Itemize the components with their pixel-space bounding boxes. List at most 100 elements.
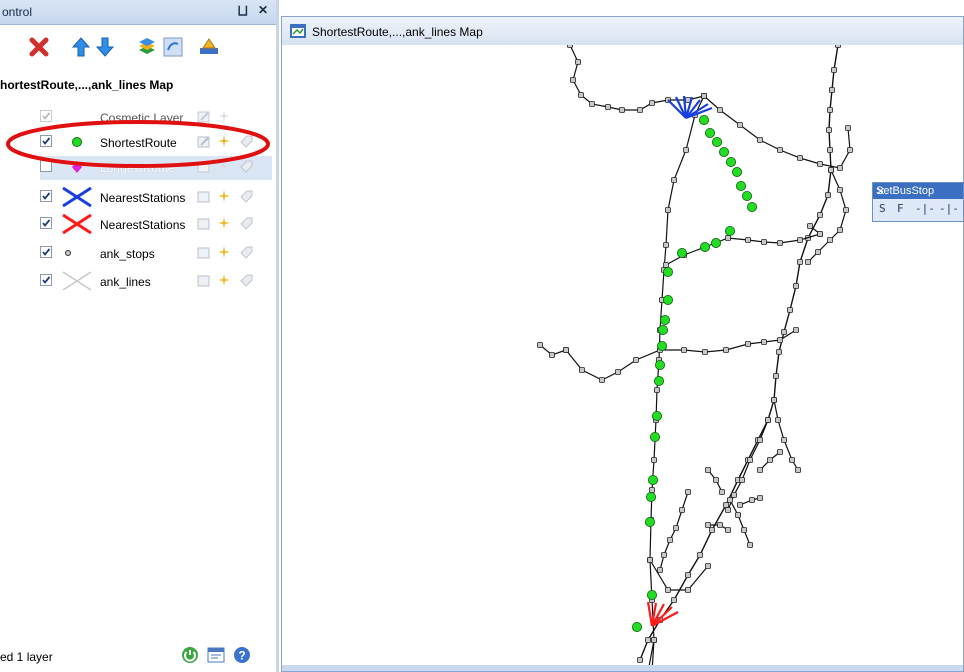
bus-stop-marker[interactable]	[775, 417, 781, 423]
bus-stop-marker[interactable]	[757, 137, 763, 143]
selectable-icon[interactable]	[216, 189, 232, 205]
shortest-route-point[interactable]	[731, 167, 742, 178]
bus-stop-marker[interactable]	[761, 339, 767, 345]
layer-visibility-checkbox[interactable]	[40, 110, 52, 122]
bus-stop-marker[interactable]	[827, 107, 833, 113]
shortest-route-point[interactable]	[659, 314, 670, 325]
bus-stop-marker[interactable]	[817, 212, 823, 218]
editable-icon[interactable]	[196, 189, 212, 205]
bus-stop-marker[interactable]	[589, 101, 595, 107]
bus-stop-marker[interactable]	[843, 207, 849, 213]
bus-stop-marker[interactable]	[777, 147, 783, 153]
bus-stop-marker[interactable]	[673, 525, 679, 531]
bus-stop-marker[interactable]	[771, 397, 777, 403]
shortest-route-point[interactable]	[657, 324, 668, 335]
bus-stop-marker[interactable]	[575, 59, 581, 65]
bus-stop-marker[interactable]	[831, 67, 837, 73]
bus-stop-marker[interactable]	[549, 352, 555, 358]
panel-close-icon[interactable]: ✕	[258, 3, 268, 17]
selectable-icon[interactable]	[216, 159, 232, 175]
shortest-route-point[interactable]	[647, 474, 658, 485]
bus-stop-marker[interactable]	[741, 527, 747, 533]
bus-stop-marker[interactable]	[651, 637, 657, 643]
bus-stop-marker[interactable]	[735, 512, 741, 518]
shortest-route-point[interactable]	[725, 157, 736, 168]
layer-row-ank-stops[interactable]: ank_stops	[40, 242, 272, 266]
selectable-icon[interactable]	[216, 134, 232, 150]
bus-stop-marker[interactable]	[737, 502, 743, 508]
power-icon[interactable]	[180, 645, 200, 665]
bus-stop-marker[interactable]	[781, 437, 787, 443]
shortest-route-point[interactable]	[662, 294, 673, 305]
bus-stop-marker[interactable]	[826, 127, 832, 133]
bus-stop-marker[interactable]	[713, 477, 719, 483]
editable-icon[interactable]	[196, 134, 212, 150]
label-tag-icon[interactable]	[238, 189, 254, 205]
bus-stop-marker[interactable]	[725, 507, 731, 513]
bus-stop-marker[interactable]	[649, 487, 655, 493]
bus-stop-marker[interactable]	[667, 537, 673, 543]
shortest-route-point[interactable]	[746, 201, 757, 212]
bus-stop-marker[interactable]	[793, 327, 799, 333]
bus-stop-marker[interactable]	[661, 552, 667, 558]
label-tag-icon[interactable]	[238, 245, 254, 261]
bus-stop-marker[interactable]	[797, 259, 803, 265]
bus-stop-marker[interactable]	[777, 240, 783, 246]
bus-stop-marker[interactable]	[705, 467, 711, 473]
setbusstop-close-icon[interactable]: ✕	[876, 185, 961, 198]
help-icon[interactable]: ?	[232, 645, 252, 665]
bus-stop-marker[interactable]	[657, 567, 663, 573]
options-icon[interactable]	[206, 645, 226, 665]
bus-stop-marker[interactable]	[837, 227, 843, 233]
bus-stop-marker[interactable]	[702, 349, 708, 355]
editable-icon[interactable]	[196, 245, 212, 261]
bus-stop-marker[interactable]	[685, 572, 691, 578]
bus-stop-marker[interactable]	[805, 259, 811, 265]
editable-icon[interactable]	[196, 159, 212, 175]
layer-visibility-checkbox[interactable]	[40, 246, 52, 258]
layer-visibility-checkbox[interactable]	[40, 135, 52, 147]
map-canvas[interactable]	[282, 45, 963, 667]
layer-row-neareststations-red[interactable]: NearestStations	[40, 213, 272, 237]
move-down-icon[interactable]	[94, 36, 116, 58]
bus-stop-marker[interactable]	[567, 45, 573, 48]
bus-stop-marker[interactable]	[747, 457, 753, 463]
shortest-route-point[interactable]	[649, 431, 660, 442]
bus-stop-marker[interactable]	[797, 237, 803, 243]
move-up-icon[interactable]	[70, 36, 92, 58]
bus-stop-marker[interactable]	[767, 457, 773, 463]
bus-stop-marker[interactable]	[665, 587, 671, 593]
bus-stop-marker[interactable]	[795, 467, 801, 473]
label-tag-icon[interactable]	[238, 134, 254, 150]
bus-stop-marker[interactable]	[605, 104, 611, 110]
shortest-route-point[interactable]	[651, 410, 662, 421]
shortest-route-point[interactable]	[718, 147, 729, 158]
remove-layer-icon[interactable]	[28, 36, 50, 58]
editable-icon[interactable]	[196, 216, 212, 232]
bus-stop-marker[interactable]	[776, 349, 782, 355]
shortest-route-point[interactable]	[656, 340, 667, 351]
shortest-route-point[interactable]	[653, 375, 664, 386]
shortest-route-point[interactable]	[662, 266, 673, 277]
bus-stop-marker[interactable]	[807, 223, 813, 229]
bus-stop-marker[interactable]	[789, 457, 795, 463]
bus-stop-marker[interactable]	[725, 235, 731, 241]
bus-stop-marker[interactable]	[683, 147, 689, 153]
shortest-route-point[interactable]	[741, 190, 752, 201]
bus-stop-marker[interactable]	[745, 237, 751, 243]
bus-stop-marker[interactable]	[737, 122, 743, 128]
shortest-route-point[interactable]	[704, 128, 715, 139]
bus-stop-marker[interactable]	[719, 489, 725, 495]
bus-stop-marker[interactable]	[663, 242, 669, 248]
shortest-route-point[interactable]	[724, 225, 735, 236]
bus-stop-marker[interactable]	[563, 347, 569, 353]
bus-stop-marker[interactable]	[619, 107, 625, 113]
bus-stop-marker[interactable]	[637, 107, 643, 113]
bus-stop-marker[interactable]	[679, 507, 685, 513]
setbusstop-titlebar[interactable]: SetBusStop ✕	[873, 183, 963, 199]
bus-stop-marker[interactable]	[645, 637, 651, 643]
layer-visibility-checkbox[interactable]	[40, 160, 52, 172]
bus-stop-marker[interactable]	[745, 341, 751, 347]
add-layer-icon[interactable]	[162, 36, 184, 58]
shortest-route-point[interactable]	[654, 359, 665, 370]
